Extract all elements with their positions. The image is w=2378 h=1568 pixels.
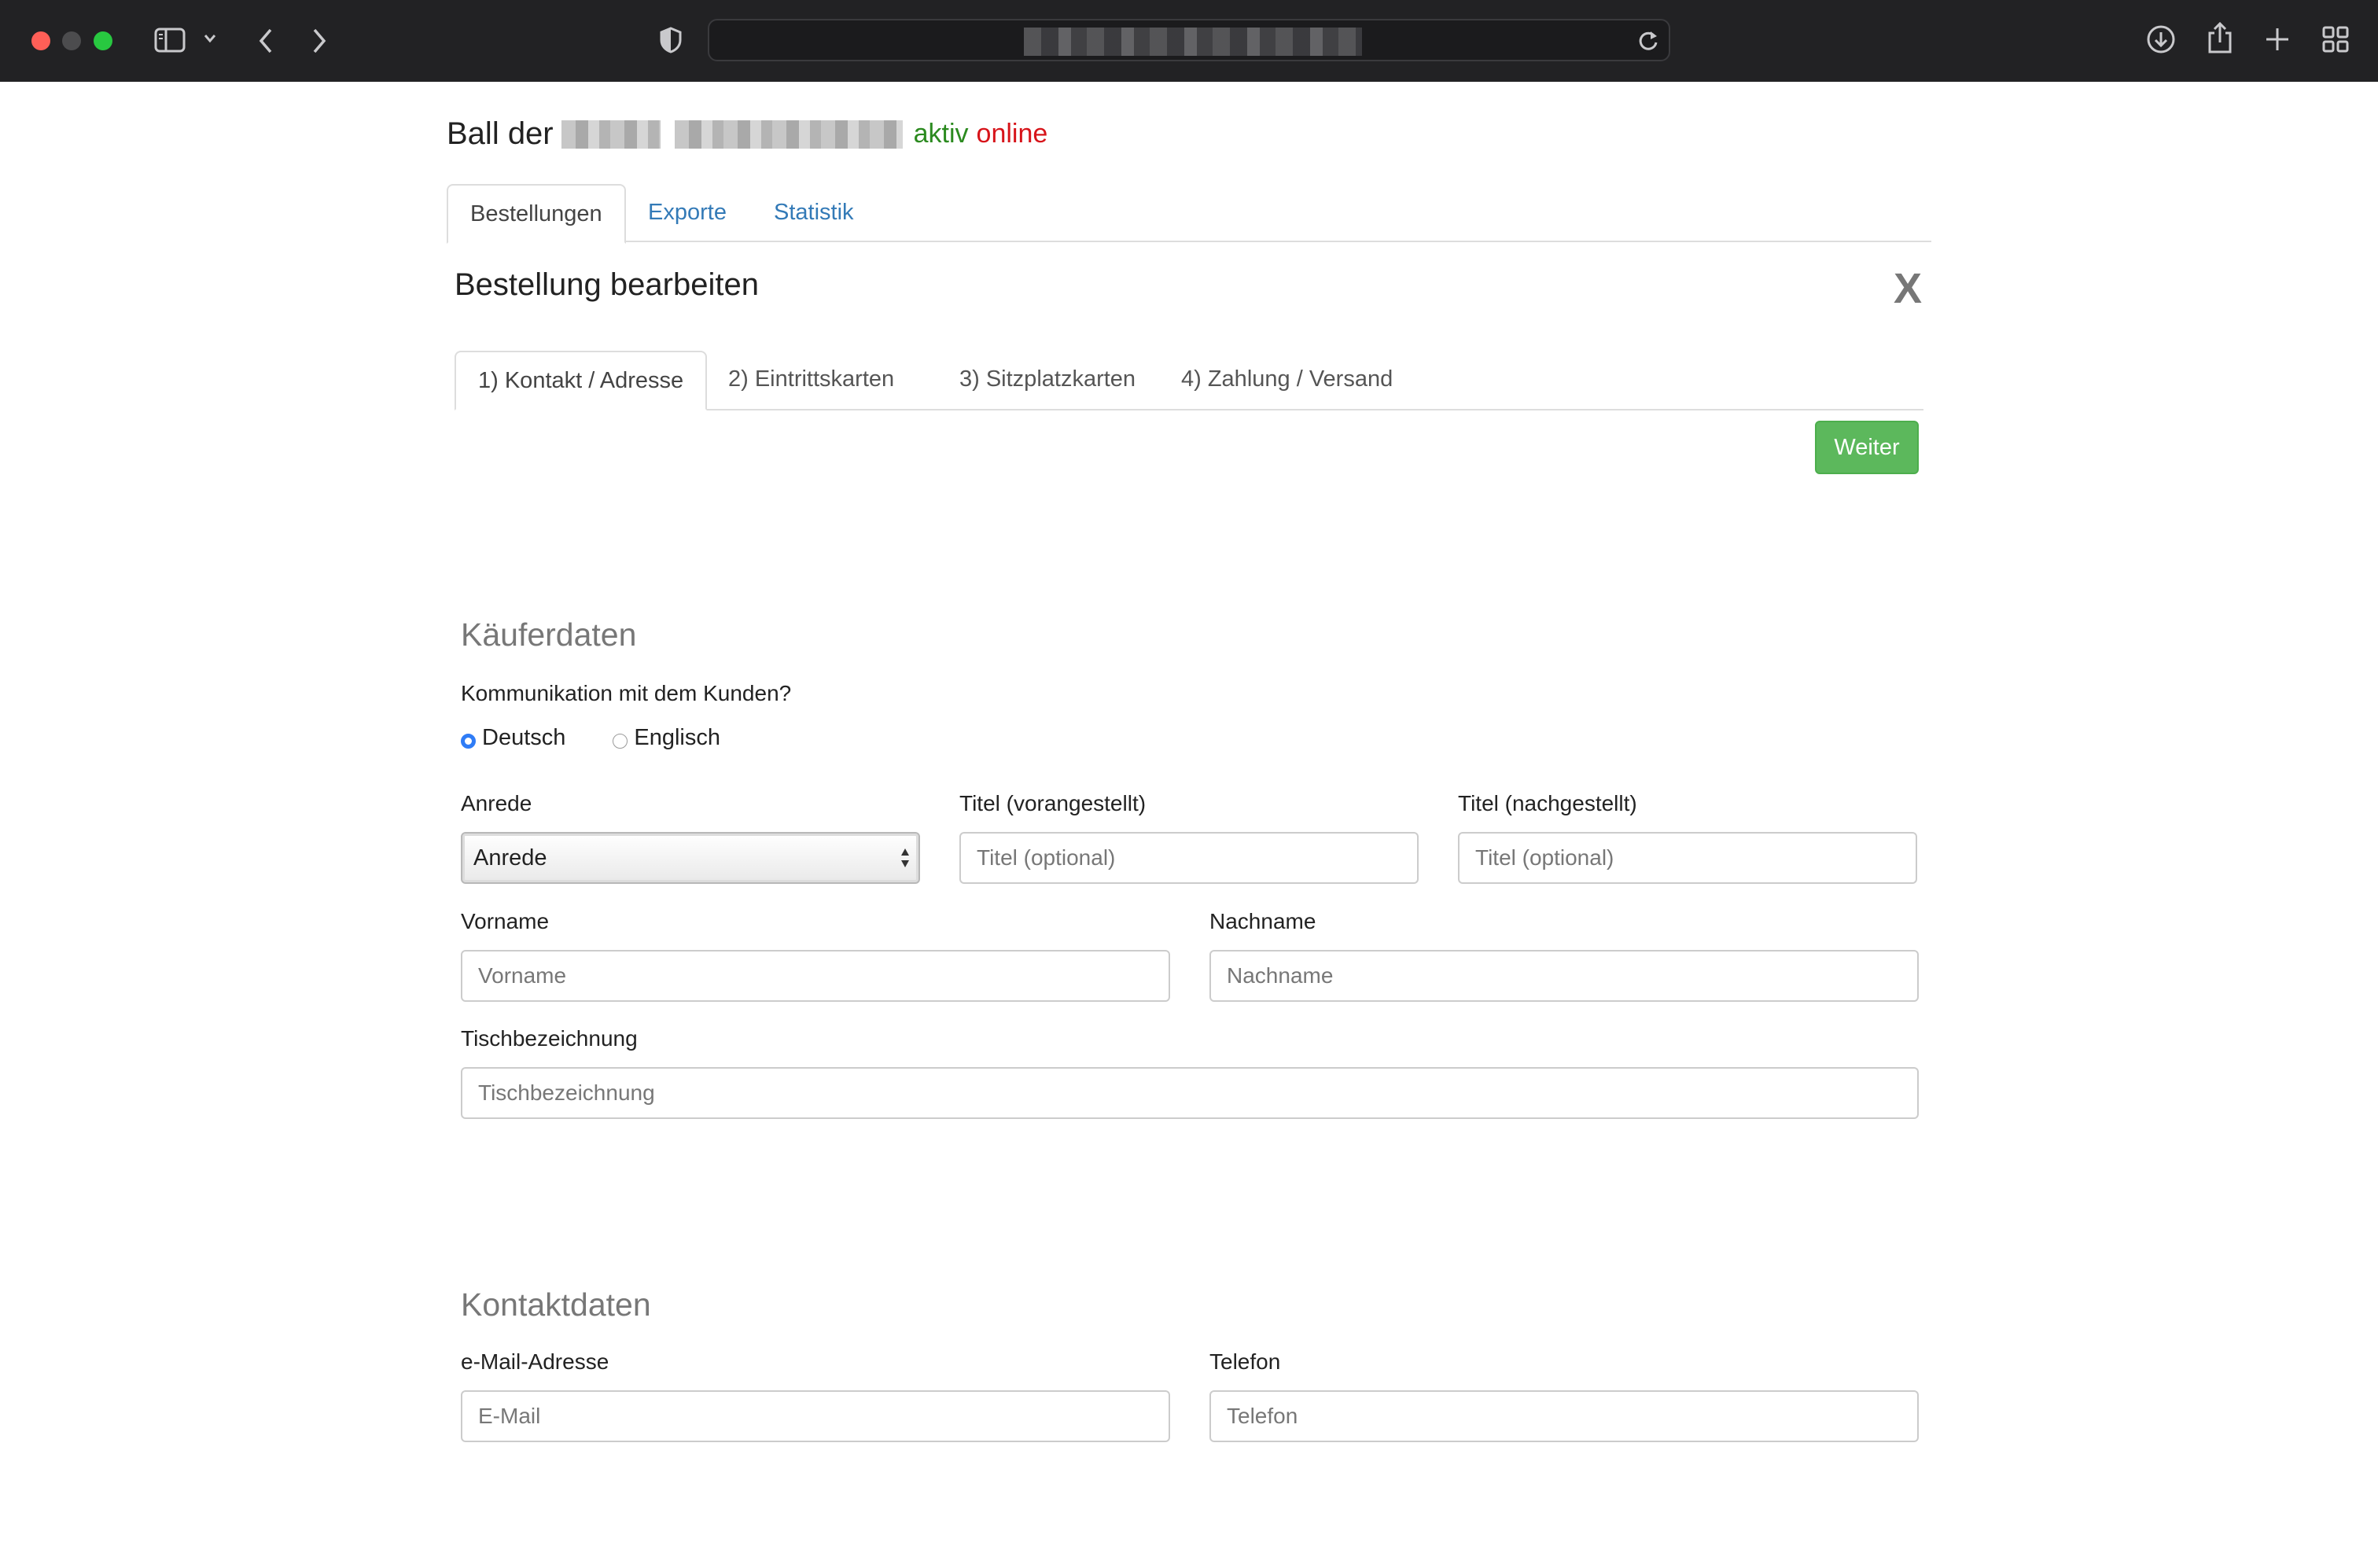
radio-englisch-label[interactable]: Englisch	[634, 725, 720, 751]
zoom-window-button[interactable]	[94, 31, 112, 50]
blurred-url	[1024, 28, 1362, 56]
step-tabs: 1) Kontakt / Adresse 2) Eintrittskarten …	[455, 351, 1923, 410]
salutation-select[interactable]: Anrede	[461, 832, 920, 884]
sidebar-icon[interactable]	[154, 27, 186, 53]
status-active-badge: aktiv	[913, 119, 969, 149]
contact-section-heading: Kontaktdaten	[461, 1286, 651, 1323]
title-pre-label: Titel (vorangestellt)	[959, 791, 1147, 815]
phone-label: Telefon	[1209, 1349, 1281, 1374]
page-title: Ball der aktiv online	[447, 116, 1047, 152]
communication-label: Kommunikation mit dem Kunden?	[461, 681, 792, 705]
status-online-badge: online	[976, 119, 1048, 149]
plus-icon[interactable]	[2263, 25, 2291, 53]
panel-title: Bestellung bearbeiten	[455, 267, 759, 302]
reload-icon[interactable]	[1637, 30, 1659, 52]
browser-toolbar	[0, 0, 2378, 82]
share-icon[interactable]	[2207, 20, 2233, 55]
last-name-input[interactable]	[1209, 950, 1919, 1002]
tabs-overview-icon[interactable]	[2321, 25, 2350, 53]
title-pre-input[interactable]	[959, 832, 1419, 884]
minimize-window-button[interactable]	[62, 31, 81, 50]
tab-step-sitzplatzkarten[interactable]: 3) Sitzplatzkarten	[937, 351, 1158, 409]
main-tabs: Bestellungen Exporte Statistik	[447, 184, 1931, 244]
shield-icon[interactable]	[659, 26, 683, 54]
tab-statistik[interactable]: Statistik	[752, 184, 876, 242]
table-input[interactable]	[461, 1067, 1919, 1119]
salutation-label: Anrede	[461, 791, 532, 815]
radio-englisch[interactable]	[613, 734, 628, 749]
first-name-input[interactable]	[461, 950, 1170, 1002]
close-icon[interactable]: X	[1894, 264, 1922, 313]
radio-deutsch[interactable]	[461, 734, 476, 749]
buyer-section-heading: Käuferdaten	[461, 617, 637, 653]
table-label: Tischbezeichnung	[461, 1026, 638, 1051]
title-post-input[interactable]	[1458, 832, 1917, 884]
title-prefix: Ball der	[447, 116, 554, 151]
tab-step-kontakt[interactable]: 1) Kontakt / Adresse	[455, 351, 708, 410]
blurred-event-name-2	[674, 120, 903, 149]
blurred-event-name-1	[561, 120, 661, 149]
forward-icon[interactable]	[310, 27, 329, 55]
salutation-select-value: Anrede	[473, 845, 547, 870]
select-arrows-icon	[901, 848, 909, 867]
download-icon[interactable]	[2145, 24, 2177, 55]
page-content: Ball der aktiv online Bestellungen Expor…	[0, 82, 2378, 1568]
close-window-button[interactable]	[31, 31, 50, 50]
chevron-down-icon[interactable]	[203, 33, 217, 44]
address-bar[interactable]	[708, 19, 1670, 61]
back-icon[interactable]	[256, 27, 275, 55]
title-post-label: Titel (nachgestellt)	[1458, 791, 1637, 815]
last-name-label: Nachname	[1209, 909, 1316, 933]
tab-bestellungen[interactable]: Bestellungen	[447, 184, 626, 244]
next-button[interactable]: Weiter	[1815, 421, 1919, 474]
radio-deutsch-label[interactable]: Deutsch	[482, 725, 565, 751]
tab-step-zahlung[interactable]: 4) Zahlung / Versand	[1159, 351, 1415, 409]
email-input[interactable]	[461, 1390, 1170, 1442]
language-radio-group: Deutsch Englisch	[461, 725, 768, 751]
email-label: e-Mail-Adresse	[461, 1349, 609, 1374]
phone-input[interactable]	[1209, 1390, 1919, 1442]
tab-exporte[interactable]: Exporte	[626, 184, 749, 242]
tab-step-eintrittskarten[interactable]: 2) Eintrittskarten	[706, 351, 916, 409]
first-name-label: Vorname	[461, 909, 550, 933]
